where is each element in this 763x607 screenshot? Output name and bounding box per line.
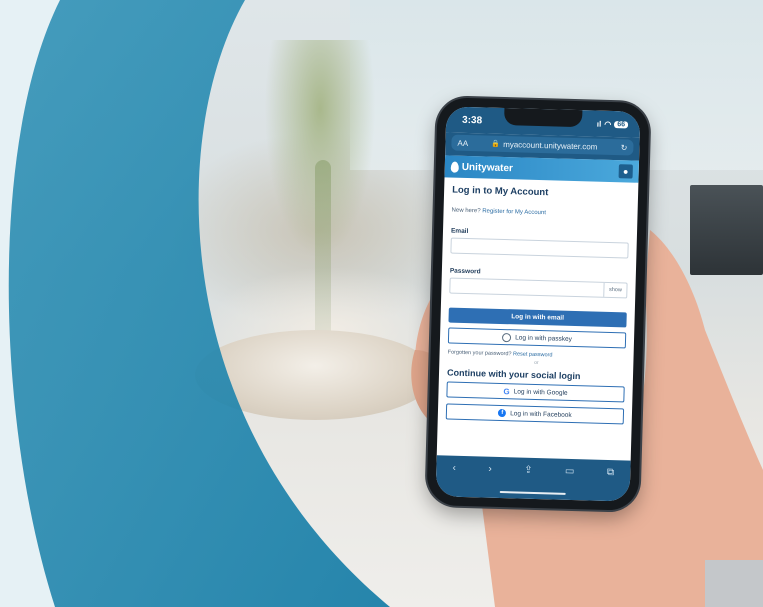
- lock-icon: 🔒: [491, 140, 501, 148]
- unitywater-logo[interactable]: Unitywater: [450, 161, 514, 174]
- facebook-label: Log in with Facebook: [510, 409, 572, 419]
- text-size-button[interactable]: AA: [457, 138, 468, 147]
- new-here-label: New here?: [451, 207, 481, 215]
- passkey-icon: [502, 332, 512, 342]
- reload-icon[interactable]: ↻: [621, 143, 628, 152]
- phone-screen: 3:38 ıl ◠ 66 AA 🔒 myaccount.unitywater.c…: [435, 106, 641, 502]
- share-icon[interactable]: ⇪: [524, 465, 533, 476]
- facebook-icon: f: [498, 408, 507, 418]
- url-display: 🔒 myaccount.unitywater.com: [491, 139, 597, 151]
- new-here-text: New here? Register for My Account: [451, 208, 629, 219]
- page-title: Log in to My Account: [451, 184, 549, 199]
- signal-icon: ıl: [596, 119, 602, 129]
- passkey-label: Log in with passkey: [515, 333, 572, 343]
- social-login-title: Continue with your social login: [446, 367, 581, 382]
- login-passkey-button[interactable]: Log in with passkey: [447, 327, 627, 349]
- reset-password-link[interactable]: Reset password: [513, 351, 553, 358]
- show-password-button[interactable]: show: [603, 282, 627, 298]
- logo-text: Unitywater: [461, 161, 514, 174]
- smartphone: 3:38 ıl ◠ 66 AA 🔒 myaccount.unitywater.c…: [426, 97, 650, 511]
- browser-toolbar: ‹ › ⇪ ▭ ⧉: [435, 455, 631, 502]
- email-field[interactable]: [450, 237, 629, 259]
- phone-notch: [503, 107, 583, 128]
- login-google-button[interactable]: G Log in with Google: [446, 381, 625, 403]
- register-link[interactable]: Register for My Account: [482, 208, 546, 216]
- login-facebook-button[interactable]: f Log in with Facebook: [445, 403, 625, 425]
- login-email-button[interactable]: Log in with email: [448, 307, 627, 328]
- wifi-icon: ◠: [604, 119, 612, 129]
- url-text: myaccount.unitywater.com: [503, 139, 598, 152]
- forward-icon[interactable]: ›: [488, 464, 492, 475]
- login-form: Log in to My Account New here? Register …: [438, 177, 639, 425]
- water-drop-icon: [450, 161, 459, 173]
- user-icon[interactable]: ●: [618, 164, 633, 179]
- address-field[interactable]: AA 🔒 myaccount.unitywater.com ↻: [451, 134, 634, 156]
- marketing-photo: 3:38 ıl ◠ 66 AA 🔒 myaccount.unitywater.c…: [0, 0, 763, 607]
- status-icons: ıl ◠ 66: [596, 119, 629, 129]
- battery-icon: 66: [614, 120, 629, 128]
- back-icon[interactable]: ‹: [452, 463, 456, 474]
- password-value: [450, 279, 603, 297]
- google-icon: G: [503, 386, 510, 396]
- home-indicator[interactable]: [499, 491, 566, 495]
- google-label: Log in with Google: [513, 387, 568, 397]
- email-value: [451, 239, 627, 258]
- tabs-icon[interactable]: ⧉: [607, 467, 614, 478]
- forgot-label: Forgotten your password?: [447, 349, 512, 358]
- bookmarks-icon[interactable]: ▭: [565, 466, 575, 477]
- status-time: 3:38: [461, 114, 483, 126]
- password-field[interactable]: show: [449, 277, 628, 299]
